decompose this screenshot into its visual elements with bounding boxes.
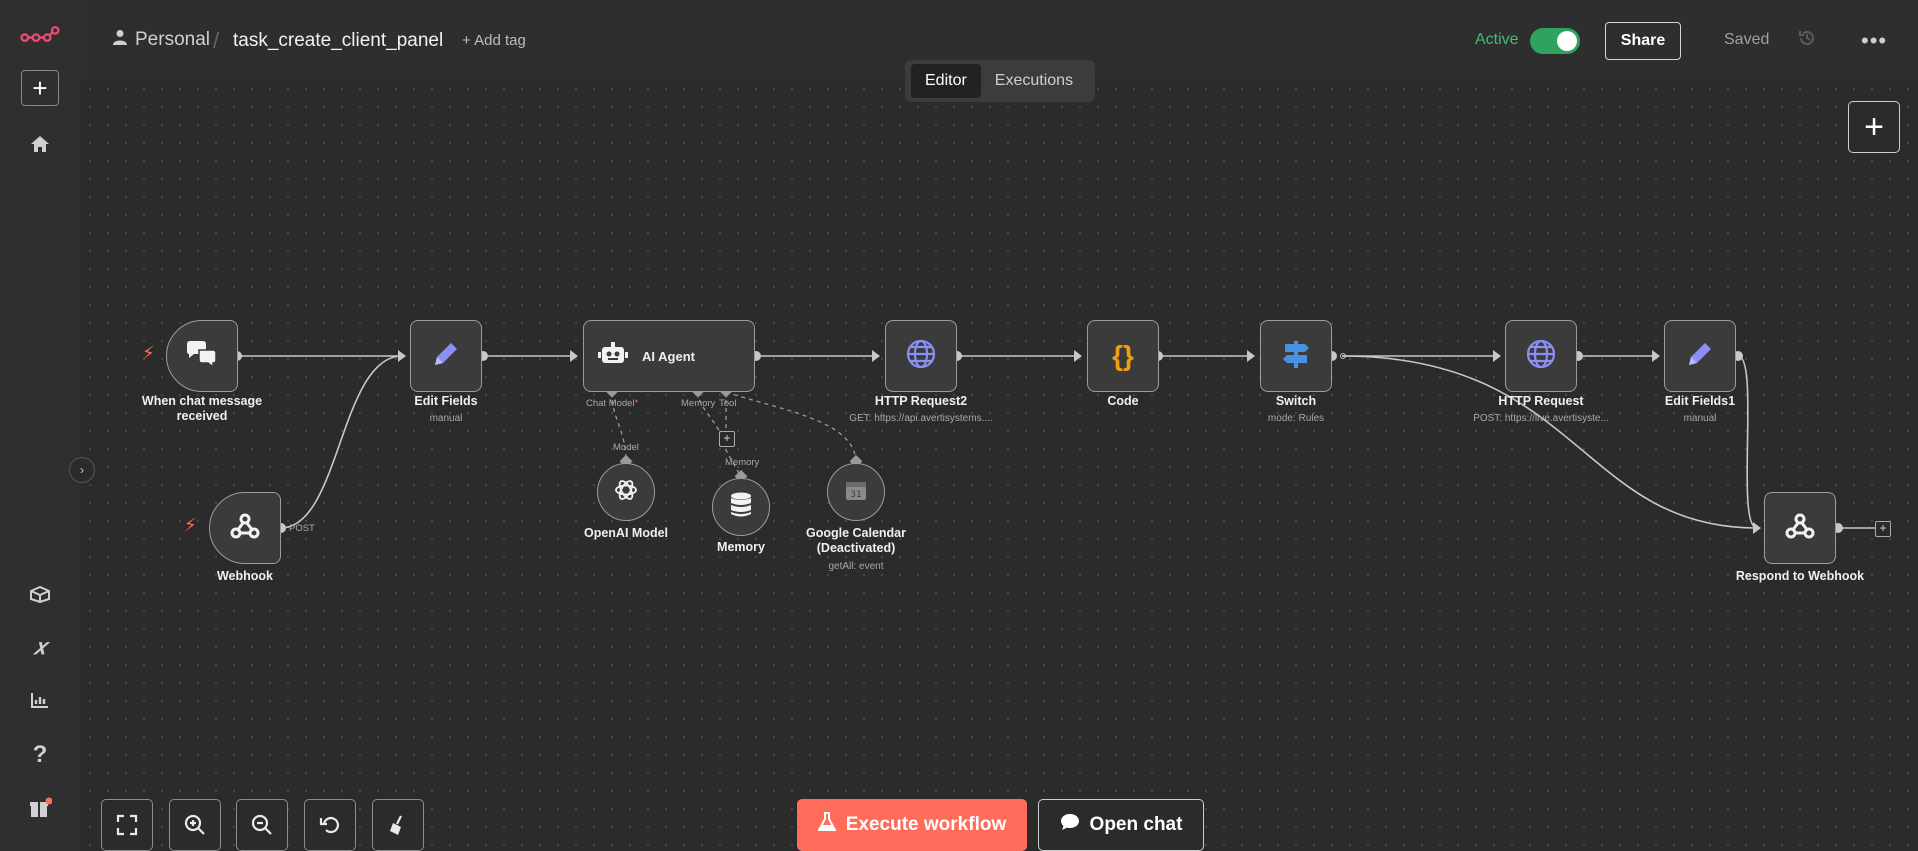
port-label-memory: Memory [681, 398, 716, 409]
node-edit-fields1[interactable] [1664, 320, 1736, 392]
active-toggle[interactable] [1530, 28, 1580, 54]
share-button[interactable]: Share [1605, 22, 1681, 60]
flask-icon [817, 812, 837, 838]
node-http-request2[interactable] [885, 320, 957, 392]
svg-text:31: 31 [850, 490, 861, 500]
pencil-icon [431, 339, 461, 374]
node-label: OpenAI Model [583, 526, 669, 540]
add-tag-button[interactable]: + Add tag [462, 32, 526, 49]
chat-icon [185, 340, 219, 373]
node-label: When chat message received [141, 394, 263, 423]
insights-icon[interactable] [20, 680, 60, 720]
breadcrumb-separator: / [213, 28, 220, 53]
add-tool-button[interactable]: + [719, 431, 735, 447]
n8n-logo-icon[interactable] [20, 16, 60, 56]
breadcrumb[interactable]: Personal [113, 29, 210, 51]
node-label: Respond to Webhook [1735, 569, 1865, 583]
pencil-icon [1685, 339, 1715, 374]
node-ai-agent[interactable]: AI Agent [583, 320, 755, 392]
fullscreen-icon [116, 814, 138, 836]
tab-executions[interactable]: Executions [981, 64, 1087, 98]
node-label: Edit Fields1 [1664, 394, 1736, 408]
more-options-icon[interactable]: ••• [1861, 28, 1887, 54]
port-label-tool: Tool [719, 398, 737, 409]
undo-icon [319, 817, 339, 834]
view-tabs: Editor Executions [905, 60, 1095, 102]
zoom-in-icon [184, 814, 205, 835]
globe-icon [1525, 338, 1557, 375]
tidy-up-button[interactable] [372, 799, 424, 851]
node-subtitle: GET: https://api.avertisystems.... [849, 413, 993, 424]
node-subtitle: manual [429, 413, 463, 424]
node-webhook[interactable] [209, 492, 281, 564]
node-label: Switch [1275, 394, 1317, 408]
signpost-icon [1281, 339, 1311, 374]
node-switch[interactable] [1260, 320, 1332, 392]
history-icon[interactable] [1797, 28, 1817, 53]
node-edit-fields[interactable] [410, 320, 482, 392]
workflow-canvas[interactable] [81, 80, 1918, 851]
node-respond-to-webhook[interactable] [1764, 492, 1836, 564]
trigger-bolt-icon: ⚡ [184, 515, 197, 535]
help-icon[interactable]: ? [20, 735, 60, 775]
node-subtitle: mode: Rules [1267, 413, 1325, 424]
port-label: Model [613, 442, 639, 453]
zoom-to-fit-button[interactable] [101, 799, 153, 851]
node-label: HTTP Request2 [874, 394, 968, 408]
node-label: Code [1107, 394, 1139, 408]
variables-icon[interactable]: 𝑥 [20, 627, 60, 667]
node-openai-model[interactable] [597, 463, 655, 521]
port-label: Memory [725, 457, 760, 468]
node-google-calendar[interactable]: 31 [827, 463, 885, 521]
gift-icon[interactable] [20, 788, 60, 828]
saved-status: Saved [1724, 31, 1770, 48]
globe-icon [905, 338, 937, 375]
node-label: AI Agent [642, 348, 695, 364]
zoom-out-button[interactable] [236, 799, 288, 851]
templates-icon[interactable] [20, 574, 60, 614]
node-subtitle: manual [1683, 413, 1717, 424]
zoom-in-button[interactable] [169, 799, 221, 851]
node-subtitle: getAll: event [828, 561, 884, 572]
sidebar: + 𝑥 ? [0, 0, 82, 851]
tab-editor[interactable]: Editor [911, 64, 981, 98]
robot-icon [598, 341, 628, 372]
add-next-node-button[interactable]: + [1875, 521, 1891, 537]
add-node-button[interactable]: + [1848, 101, 1900, 153]
trigger-bolt-icon: ⚡ [142, 343, 155, 363]
code-braces-icon: {} [1112, 340, 1134, 371]
node-memory[interactable] [712, 478, 770, 536]
reset-zoom-button[interactable] [304, 799, 356, 851]
openai-icon [613, 477, 639, 508]
home-icon[interactable] [20, 124, 60, 164]
port-label-chat-model: Chat Model* [586, 398, 639, 409]
project-name: Personal [135, 29, 210, 50]
node-label: HTTP Request [1498, 394, 1584, 408]
port-label: POST [289, 523, 315, 534]
execute-workflow-button[interactable]: Execute workflow [797, 799, 1027, 851]
chat-bubble-icon [1060, 813, 1080, 837]
create-button[interactable]: + [21, 70, 59, 106]
node-http-request[interactable] [1505, 320, 1577, 392]
active-label: Active [1475, 31, 1519, 48]
node-label: Edit Fields [414, 394, 478, 408]
node-subtitle: POST: https://live.avertisyste... [1473, 413, 1609, 424]
database-icon [730, 492, 752, 523]
user-icon [113, 29, 127, 51]
node-label: Webhook [216, 569, 274, 583]
workflow-name[interactable]: task_create_client_panel [233, 30, 443, 52]
open-chat-button[interactable]: Open chat [1038, 799, 1204, 851]
node-code[interactable]: {} [1087, 320, 1159, 392]
node-chat-trigger[interactable] [166, 320, 238, 392]
webhook-icon [230, 512, 260, 545]
node-label: Google Calendar (Deactivated) [805, 526, 907, 555]
zoom-out-icon [251, 814, 272, 835]
calendar-icon: 31 [845, 479, 867, 506]
sidebar-expand-button[interactable]: › [69, 457, 95, 483]
broom-icon [390, 815, 402, 835]
webhook-icon [1785, 512, 1815, 545]
